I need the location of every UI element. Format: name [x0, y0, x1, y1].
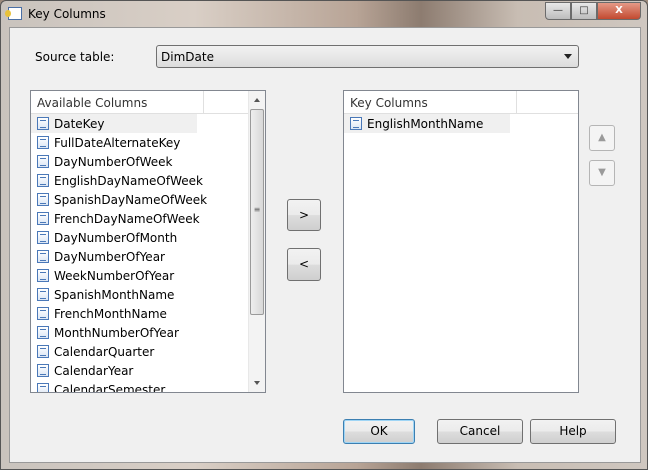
column-icon: [37, 345, 49, 358]
column-item[interactable]: CalendarQuarter: [31, 342, 265, 361]
column-item[interactable]: SpanishDayNameOfWeek: [31, 190, 265, 209]
column-item[interactable]: CalendarYear: [31, 361, 265, 380]
column-name: EnglishMonthName: [367, 116, 484, 131]
column-name: EnglishDayNameOfWeek: [54, 173, 203, 188]
column-name: FrenchDayNameOfWeek: [54, 211, 200, 226]
column-name: DayNumberOfYear: [54, 249, 165, 264]
remove-column-button[interactable]: <: [287, 248, 321, 281]
column-icon: [37, 269, 49, 282]
ok-button[interactable]: OK: [343, 419, 415, 444]
scroll-up-icon[interactable]: [254, 98, 260, 102]
minimize-button[interactable]: —: [545, 2, 571, 20]
column-icon: [37, 117, 49, 130]
column-icon: [37, 307, 49, 320]
column-name: DayNumberOfWeek: [54, 154, 173, 169]
available-columns-header[interactable]: Available Columns: [31, 91, 265, 114]
column-icon: [37, 231, 49, 244]
available-columns-list[interactable]: Available Columns DateKey FullDateAlterna…: [30, 90, 266, 393]
column-icon: [37, 326, 49, 339]
source-table-dropdown[interactable]: DimDate: [156, 45, 579, 68]
column-name: CalendarQuarter: [54, 344, 155, 359]
dialog-icon: [5, 7, 22, 20]
column-item[interactable]: DayNumberOfMonth: [31, 228, 265, 247]
column-item[interactable]: FrenchDayNameOfWeek: [31, 209, 265, 228]
column-item[interactable]: FullDateAlternateKey: [31, 133, 265, 152]
column-icon: [37, 364, 49, 377]
column-icon: [37, 155, 49, 168]
column-item[interactable]: SpanishMonthName: [31, 285, 265, 304]
column-item[interactable]: WeekNumberOfYear: [31, 266, 265, 285]
scrollbar[interactable]: ≡: [248, 91, 265, 392]
source-table-value: DimDate: [161, 50, 214, 64]
cancel-button[interactable]: Cancel: [437, 419, 523, 444]
dialog-window: Key Columns — □ X Source table: DimDate …: [0, 0, 648, 470]
window-title: Key Columns: [28, 7, 106, 21]
maximize-button[interactable]: □: [571, 2, 597, 20]
close-button[interactable]: X: [597, 2, 641, 20]
help-button[interactable]: Help: [530, 419, 616, 444]
column-item[interactable]: EnglishDayNameOfWeek: [31, 171, 265, 190]
column-name: WeekNumberOfYear: [54, 268, 175, 283]
column-icon: [37, 250, 49, 263]
header-label: Available Columns: [37, 96, 148, 110]
column-name: CalendarSemester: [54, 382, 166, 393]
column-icon: [37, 136, 49, 149]
move-up-button[interactable]: ▲: [589, 125, 615, 151]
move-down-button[interactable]: ▼: [589, 160, 615, 186]
column-item[interactable]: MonthNumberOfYear: [31, 323, 265, 342]
column-name: MonthNumberOfYear: [54, 325, 179, 340]
column-item[interactable]: FrenchMonthName: [31, 304, 265, 323]
column-name: SpanishMonthName: [54, 287, 175, 302]
column-name: DayNumberOfMonth: [54, 230, 178, 245]
key-columns-header[interactable]: Key Columns: [344, 91, 578, 114]
scroll-thumb[interactable]: ≡: [250, 109, 264, 315]
key-columns-list[interactable]: Key Columns EnglishMonthName: [343, 90, 579, 393]
column-name: CalendarYear: [54, 363, 134, 378]
dialog-body: Source table: DimDate Available Columns …: [9, 27, 641, 463]
column-name: FrenchMonthName: [54, 306, 167, 321]
column-item[interactable]: DayNumberOfWeek: [31, 152, 265, 171]
add-column-button[interactable]: >: [287, 199, 321, 231]
column-icon: [37, 174, 49, 187]
scroll-down-icon[interactable]: [254, 381, 260, 385]
column-icon: [37, 212, 49, 225]
source-table-label: Source table:: [35, 50, 115, 64]
column-icon: [350, 117, 362, 130]
column-name: DateKey: [54, 116, 105, 131]
column-item[interactable]: DateKey: [31, 114, 197, 133]
column-item[interactable]: EnglishMonthName: [344, 114, 510, 133]
column-name: SpanishDayNameOfWeek: [54, 192, 208, 207]
column-item[interactable]: CalendarSemester: [31, 380, 265, 393]
column-name: FullDateAlternateKey: [54, 135, 181, 150]
chevron-down-icon: [564, 54, 572, 59]
title-bar: Key Columns — □ X: [1, 1, 648, 27]
column-icon: [37, 193, 49, 206]
column-icon: [37, 383, 49, 392]
header-label: Key Columns: [350, 96, 428, 110]
column-icon: [37, 288, 49, 301]
column-item[interactable]: DayNumberOfYear: [31, 247, 265, 266]
